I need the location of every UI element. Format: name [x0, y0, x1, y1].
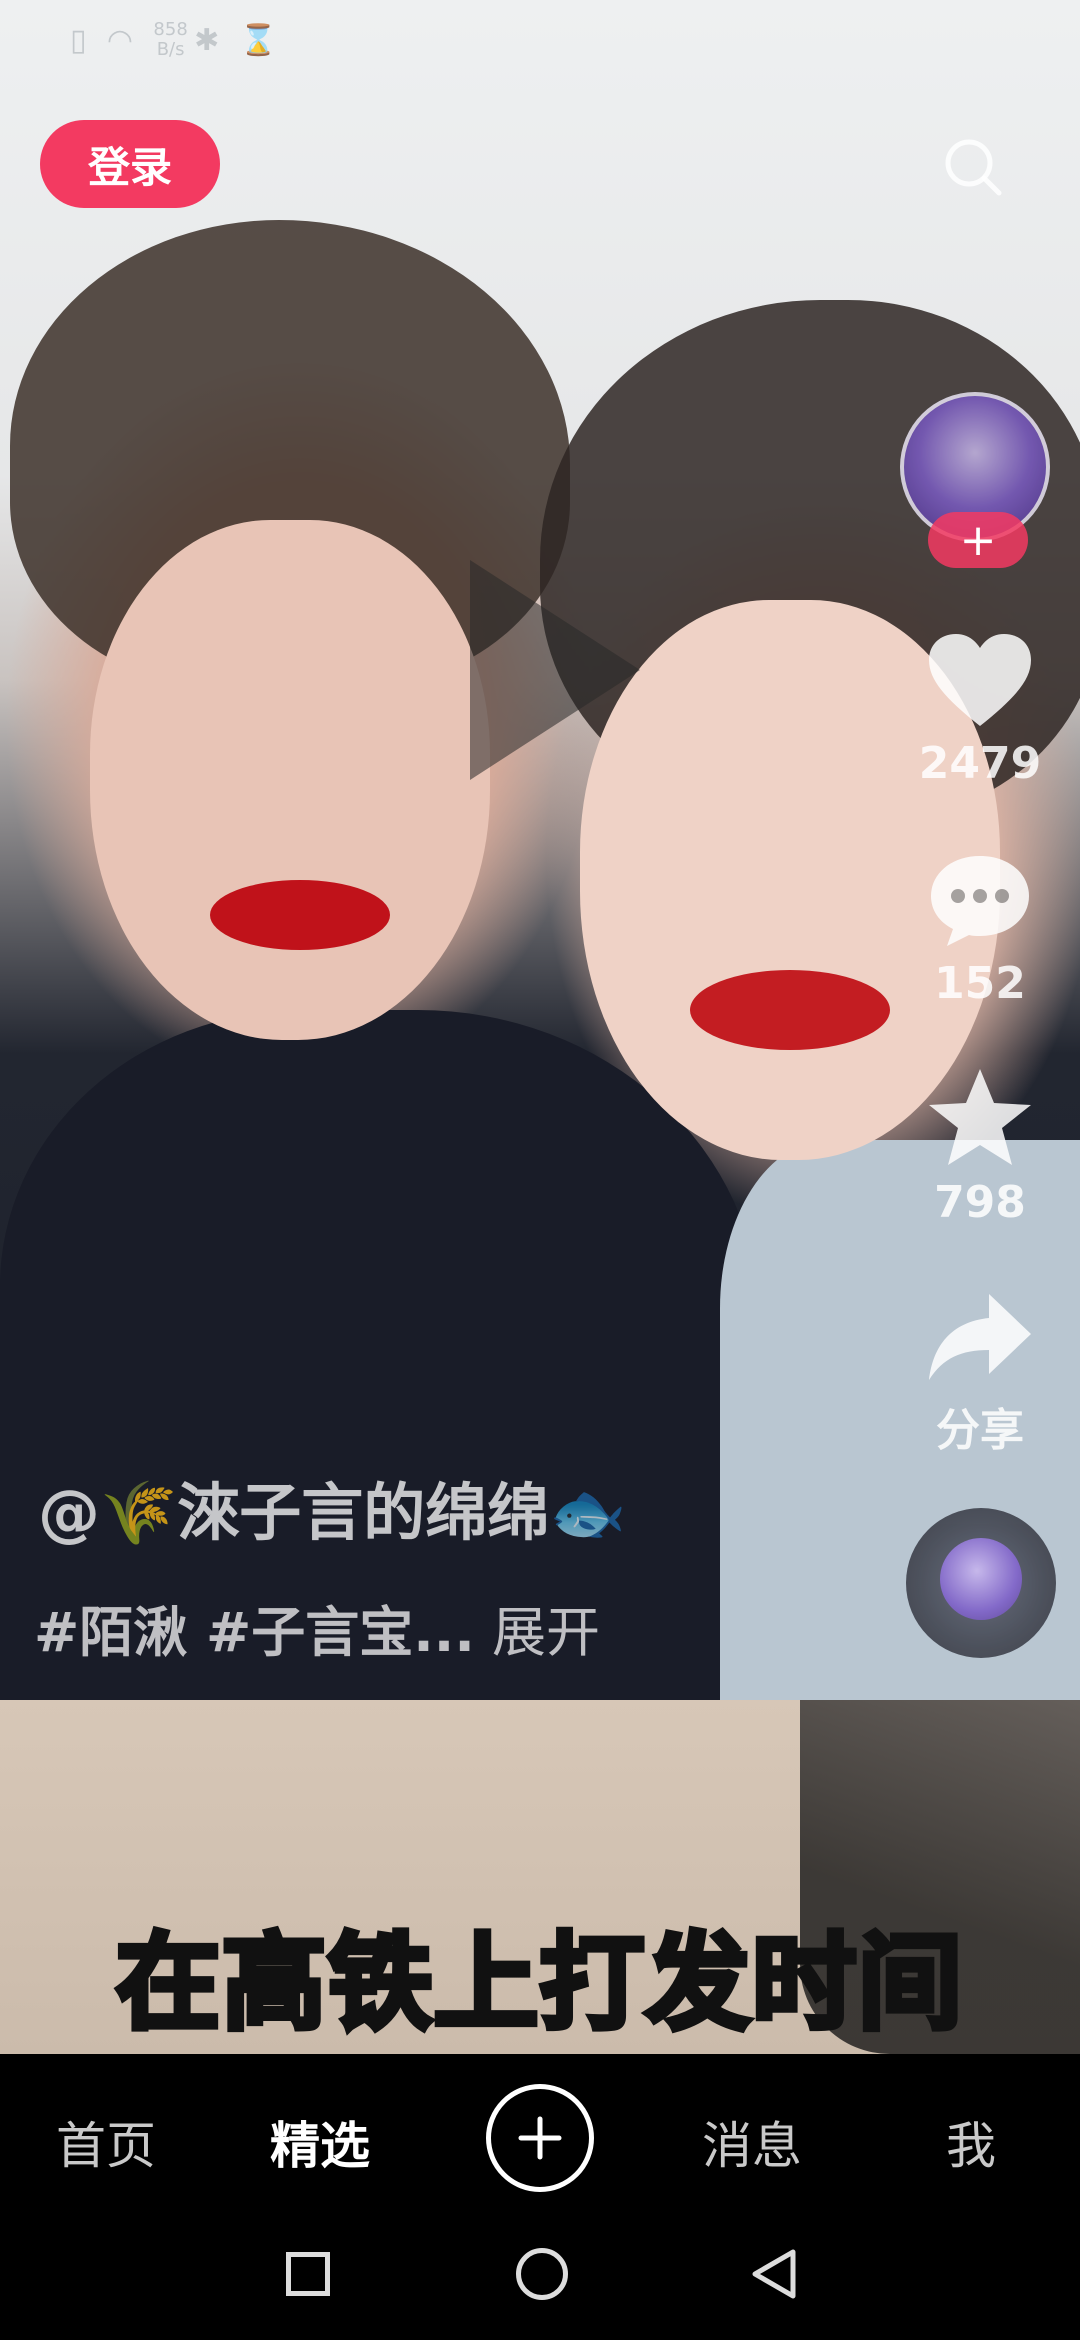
create-post-button[interactable]	[486, 2084, 594, 2192]
follow-button[interactable]: +	[928, 512, 1028, 568]
comment-button[interactable]: 152	[900, 850, 1060, 1009]
status-bar: ▯ ◠ 858 B/s ✱ ⌛	[70, 20, 291, 60]
tab-featured[interactable]: 精选	[270, 2106, 370, 2178]
music-cover-icon	[940, 1538, 1022, 1620]
sim-icon: ▯	[70, 22, 87, 58]
speed-value: 858	[153, 19, 188, 40]
caption-tags[interactable]: #陌湫 #子言宝...	[34, 1601, 475, 1664]
heart-icon	[929, 634, 1031, 726]
login-button[interactable]: 登录	[40, 120, 220, 208]
tab-home[interactable]: 首页	[56, 2106, 156, 2178]
comment-icon	[931, 856, 1029, 946]
video-content	[690, 970, 890, 1050]
alarm-icon: ⌛	[239, 22, 277, 58]
share-label: 分享	[936, 1405, 1024, 1456]
favorite-button[interactable]: 798	[900, 1065, 1060, 1228]
caption[interactable]: #陌湫 #子言宝... 展开	[34, 1588, 600, 1667]
bottom-tab-bar: 首页 精选 消息 我	[0, 2054, 1080, 2224]
favorite-count: 798	[934, 1177, 1026, 1228]
back-icon[interactable]	[745, 2246, 801, 2302]
tab-messages[interactable]: 消息	[702, 2106, 802, 2178]
music-disc[interactable]	[906, 1508, 1056, 1658]
plus-icon	[518, 2116, 562, 2160]
bluetooth-icon: ✱	[194, 22, 220, 58]
network-speed: 858 B/s	[153, 20, 187, 60]
star-icon	[929, 1069, 1031, 1165]
search-icon[interactable]	[942, 136, 1004, 198]
like-count: 2479	[918, 738, 1042, 789]
like-button[interactable]: 2479	[900, 630, 1060, 789]
play-icon[interactable]	[470, 560, 640, 780]
comment-count: 152	[934, 958, 1026, 1009]
wifi-icon: ◠	[106, 22, 134, 58]
author-name[interactable]: @🌾淶子言的绵绵🐟	[38, 1462, 626, 1552]
video-content	[210, 880, 390, 950]
tab-me[interactable]: 我	[946, 2106, 996, 2178]
expand-link[interactable]: 展开	[492, 1601, 600, 1664]
system-nav-bar	[0, 2224, 1080, 2340]
video-subtitle: 在高铁上打发时间	[113, 1919, 965, 2047]
share-button[interactable]: 分享	[900, 1290, 1060, 1458]
speed-unit: B/s	[156, 39, 185, 60]
share-icon	[929, 1294, 1031, 1380]
home-icon[interactable]	[516, 2248, 568, 2300]
video-content	[90, 520, 490, 1040]
recent-apps-icon[interactable]	[286, 2252, 330, 2296]
